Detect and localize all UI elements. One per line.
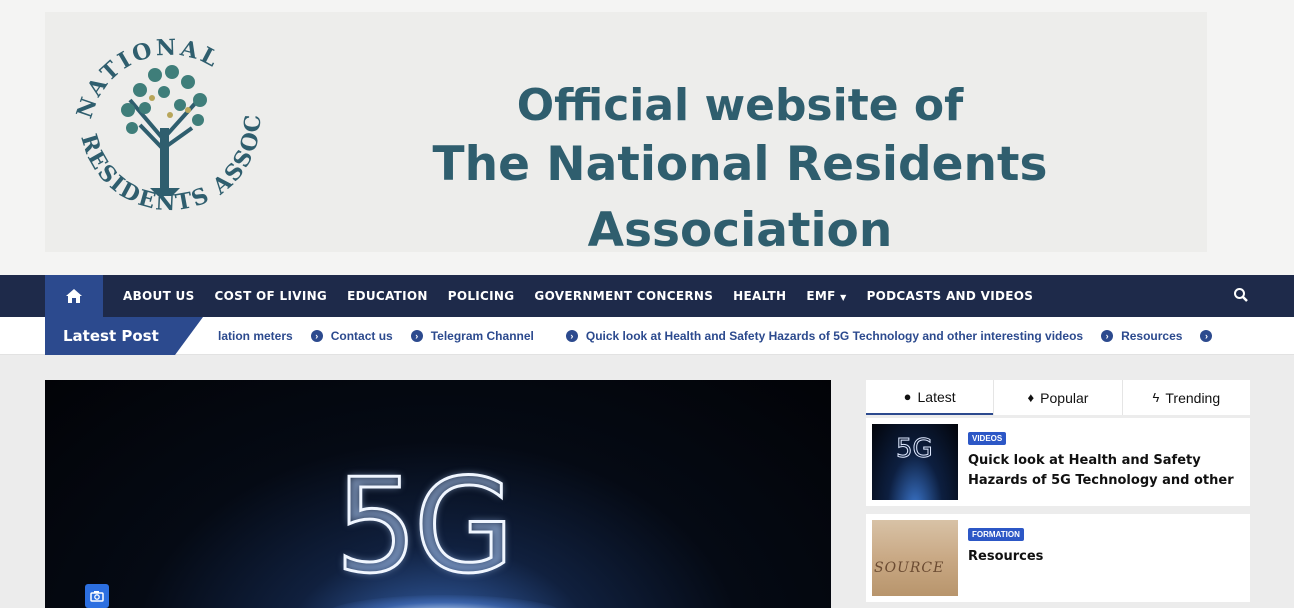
post-title[interactable]: Resources — [968, 547, 1238, 567]
tab-trending[interactable]: ϟ Trending — [1121, 380, 1250, 415]
search-icon[interactable] — [1233, 287, 1249, 303]
post-thumbnail[interactable]: SOURCE — [872, 520, 958, 596]
arrow-circle-right-icon: › — [1101, 330, 1114, 342]
ticker-track: ›lation meters ›Contact us ›Telegram Cha… — [218, 317, 1268, 355]
ticker-item[interactable]: ›lation meters — [218, 329, 293, 343]
ticker-item[interactable]: › Telegram Channel — [410, 329, 534, 343]
sidebar-tabs: ● Latest ♦ Popular ϟ Trending — [866, 380, 1250, 415]
tab-latest[interactable]: ● Latest — [866, 380, 994, 415]
chevron-down-icon: ▼ — [840, 293, 847, 302]
arrow-circle-right-icon: › — [410, 330, 423, 342]
site-title: Official website of The National Residen… — [290, 80, 1190, 264]
nav-item-government-concerns[interactable]: GOVERNMENT CONCERNS — [534, 289, 713, 303]
fire-icon: ♦ — [1027, 390, 1035, 405]
post-title[interactable]: Quick look at Health and Safety Hazards … — [968, 451, 1238, 491]
site-title-line2: The National Residents Association — [432, 137, 1048, 258]
camera-button[interactable] — [85, 584, 109, 608]
nav-item-emf[interactable]: EMF ▼ — [806, 289, 846, 303]
main-navigation: ABOUT US COST OF LIVING EDUCATION POLICI… — [0, 275, 1294, 317]
arrow-circle-right-icon: › — [310, 330, 323, 342]
nav-item-cost-of-living[interactable]: COST OF LIVING — [215, 289, 328, 303]
nav-item-education[interactable]: EDUCATION — [347, 289, 428, 303]
nav-item-emf-label: EMF — [806, 289, 836, 303]
ticker-item[interactable]: › — [1200, 330, 1220, 342]
nav-item-policing[interactable]: POLICING — [448, 289, 515, 303]
arrow-circle-right-icon: › — [565, 330, 578, 342]
site-title-line1: Official website of — [516, 80, 964, 131]
sidebar-widget: ● Latest ♦ Popular ϟ Trending 5G VIDEOS Qui… — [866, 380, 1250, 602]
latest-post-label: Latest Post — [45, 317, 203, 355]
ticker-item[interactable]: › Contact us — [310, 329, 393, 343]
category-badge[interactable]: FORMATION — [968, 528, 1024, 541]
latest-post-label-text: Latest Post — [63, 327, 159, 345]
hero-5g-text: 5G — [333, 449, 515, 604]
tab-popular[interactable]: ♦ Popular — [993, 380, 1121, 415]
arrow-circle-right-icon: › — [1200, 330, 1213, 342]
post-thumbnail[interactable]: 5G — [872, 424, 958, 500]
ticker-item[interactable]: › Quick look at Health and Safety Hazards… — [565, 329, 1083, 343]
association-logo[interactable]: NATIONAL RESIDENTS ASSOC — [60, 20, 270, 230]
clock-icon: ● — [903, 389, 912, 404]
sidebar-post[interactable]: 5G VIDEOS Quick look at Health and Safet… — [866, 418, 1250, 506]
nav-item-podcasts-and-videos[interactable]: PODCASTS AND VIDEOS — [867, 289, 1034, 303]
home-button[interactable] — [45, 275, 103, 317]
latest-post-ticker: Latest Post ›lation meters ›Contact us ›… — [0, 317, 1294, 355]
camera-icon — [90, 591, 104, 602]
nav-item-health[interactable]: HEALTH — [733, 289, 786, 303]
ticker-item[interactable]: › Resources — [1101, 329, 1182, 343]
bolt-icon: ϟ — [1152, 390, 1160, 405]
nav-item-about-us[interactable]: ABOUT US — [123, 289, 195, 303]
sidebar-post[interactable]: SOURCE FORMATION Resources — [866, 514, 1250, 602]
category-badge[interactable]: VIDEOS — [968, 432, 1007, 445]
featured-post-image[interactable]: 5G — [45, 380, 831, 608]
home-icon — [66, 289, 82, 303]
site-header: NATIONAL RESIDENTS ASSOC Official websit… — [0, 0, 1294, 275]
